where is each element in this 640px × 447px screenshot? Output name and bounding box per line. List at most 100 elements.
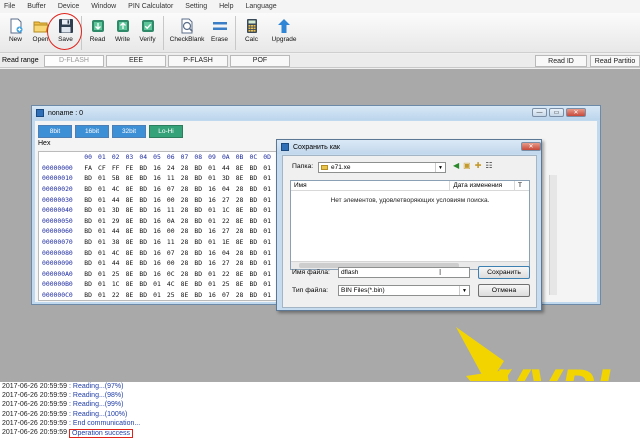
hex-byte[interactable]: 00: [167, 259, 181, 267]
hex-byte[interactable]: 28: [181, 185, 195, 193]
hex-byte[interactable]: 25: [222, 280, 236, 288]
hex-byte[interactable]: 01: [208, 206, 222, 214]
hex-row[interactable]: 00000010 BD 01 5B 8E BD 16 11 28 BD 01 3D 8E BD 01: [39, 173, 277, 184]
hex-byte[interactable]: 25: [167, 291, 181, 299]
hex-byte[interactable]: 01: [98, 206, 112, 214]
hex-row[interactable]: 00000070 BD 01 38 8E BD 16 11 28 BD 01 1E 8E BD 01: [39, 237, 277, 248]
hex-byte[interactable]: 00: [167, 227, 181, 235]
hex-byte[interactable]: 8E: [126, 291, 140, 299]
menu-device[interactable]: Device: [58, 3, 79, 10]
hex-byte[interactable]: 28: [181, 259, 195, 267]
hex-byte[interactable]: 28: [236, 249, 250, 257]
hex-byte[interactable]: 01: [263, 227, 277, 235]
hex-byte[interactable]: 8E: [126, 280, 140, 288]
hex-byte[interactable]: FF: [112, 164, 126, 172]
hex-byte[interactable]: 16: [153, 164, 167, 172]
hex-byte[interactable]: BD: [84, 174, 98, 182]
folder-select[interactable]: e71.xe ▼: [318, 162, 446, 173]
hex-byte[interactable]: FE: [126, 164, 140, 172]
hex-byte[interactable]: 16: [153, 238, 167, 246]
hex-row[interactable]: 00000080 BD 01 4C 8E BD 16 07 28 BD 16 04 28 BD 01: [39, 247, 277, 258]
hex-byte[interactable]: 16: [153, 270, 167, 278]
hex-byte[interactable]: 4C: [167, 280, 181, 288]
hex-byte[interactable]: BD: [139, 206, 153, 214]
new-folder-icon[interactable]: ✚: [475, 161, 482, 170]
file-list[interactable]: Имя Дата изменения Т Нет элементов, удов…: [290, 180, 530, 270]
hex-byte[interactable]: 01: [263, 291, 277, 299]
hex-byte[interactable]: 44: [112, 259, 126, 267]
hex-byte[interactable]: 44: [112, 196, 126, 204]
hex-row[interactable]: 00000090 BD 01 44 8E BD 16 00 28 BD 16 27 28 BD 01: [39, 258, 277, 269]
hex-byte[interactable]: 01: [263, 206, 277, 214]
hex-vertical-scrollbar[interactable]: [549, 175, 557, 295]
hex-byte[interactable]: 27: [222, 259, 236, 267]
hex-byte[interactable]: 16: [208, 259, 222, 267]
minimize-button[interactable]: —: [532, 108, 547, 117]
hex-byte[interactable]: 16: [153, 185, 167, 193]
hex-byte[interactable]: BD: [139, 196, 153, 204]
column-date-modified[interactable]: Дата изменения: [450, 181, 516, 190]
filetype-select[interactable]: BIN Files(*.bin) ▼: [338, 285, 470, 296]
hex-byte[interactable]: BD: [249, 270, 263, 278]
hex-byte[interactable]: 01: [263, 249, 277, 257]
hex-byte[interactable]: 01: [263, 238, 277, 246]
hex-byte[interactable]: 24: [167, 164, 181, 172]
dialog-close-button[interactable]: ✕: [521, 142, 541, 151]
read-id-button[interactable]: Read ID: [535, 55, 587, 67]
hex-byte[interactable]: 07: [167, 185, 181, 193]
hex-row[interactable]: 00000040 BD 01 3D 8E BD 16 11 28 BD 01 1C 8E BD 01: [39, 205, 277, 216]
hex-row[interactable]: 00000020 BD 01 4C 8E BD 16 07 28 BD 16 04 28 BD 01: [39, 184, 277, 195]
hex-byte[interactable]: BD: [194, 185, 208, 193]
hex-byte[interactable]: BD: [84, 185, 98, 193]
hex-byte[interactable]: 0C: [167, 270, 181, 278]
read-button[interactable]: Read: [85, 13, 110, 51]
hex-byte[interactable]: 22: [222, 270, 236, 278]
hex-byte[interactable]: 16: [208, 227, 222, 235]
hex-byte[interactable]: 01: [98, 291, 112, 299]
hex-byte[interactable]: BD: [139, 227, 153, 235]
write-button[interactable]: Write: [110, 13, 135, 51]
erase-button[interactable]: Erase: [207, 13, 232, 51]
hex-byte[interactable]: 8E: [126, 217, 140, 225]
hex-byte[interactable]: 44: [222, 164, 236, 172]
hex-byte[interactable]: BD: [84, 280, 98, 288]
read-partition-button[interactable]: Read Partitio: [590, 55, 640, 67]
hex-byte[interactable]: 16: [153, 196, 167, 204]
hex-byte[interactable]: 4C: [112, 185, 126, 193]
hex-byte[interactable]: 28: [236, 259, 250, 267]
hex-byte[interactable]: BD: [194, 238, 208, 246]
hex-byte[interactable]: 1C: [112, 280, 126, 288]
hex-byte[interactable]: 04: [222, 249, 236, 257]
menu-pin-calculator[interactable]: PIN Calculator: [128, 3, 173, 10]
hex-byte[interactable]: BD: [139, 217, 153, 225]
hex-byte[interactable]: 3D: [112, 206, 126, 214]
hex-byte[interactable]: BD: [194, 280, 208, 288]
hex-byte[interactable]: 3D: [222, 174, 236, 182]
hex-byte[interactable]: 16: [153, 249, 167, 257]
hex-row[interactable]: 000000C0 BD 01 22 8E BD 01 25 8E BD 16 07 28 BD 01: [39, 290, 277, 301]
hex-byte[interactable]: FA: [84, 164, 98, 172]
hex-byte[interactable]: 1E: [222, 238, 236, 246]
hex-byte[interactable]: 16: [153, 174, 167, 182]
hex-byte[interactable]: 8E: [126, 259, 140, 267]
hex-byte[interactable]: 01: [208, 270, 222, 278]
hex-byte[interactable]: BD: [139, 164, 153, 172]
hex-byte[interactable]: BD: [249, 196, 263, 204]
hex-byte[interactable]: 16: [153, 259, 167, 267]
hex-byte[interactable]: 8E: [126, 227, 140, 235]
hex-byte[interactable]: 8E: [126, 174, 140, 182]
dialog-titlebar[interactable]: Сохранить как: [277, 140, 541, 154]
hex-byte[interactable]: 25: [112, 270, 126, 278]
hex-byte[interactable]: 8E: [236, 270, 250, 278]
hex-byte[interactable]: 8E: [236, 164, 250, 172]
hex-byte[interactable]: 01: [263, 217, 277, 225]
hex-byte[interactable]: 1C: [222, 206, 236, 214]
calc-button[interactable]: Calc: [239, 13, 264, 51]
hex-byte[interactable]: BD: [194, 164, 208, 172]
hex-byte[interactable]: 28: [181, 249, 195, 257]
hex-byte[interactable]: BD: [139, 280, 153, 288]
hex-byte[interactable]: 01: [98, 227, 112, 235]
hex-row[interactable]: 00000000 FA CF FF FE BD 16 24 28 BD 01 44 8E BD 01: [39, 163, 277, 174]
hex-byte[interactable]: BD: [84, 249, 98, 257]
hex-byte[interactable]: BD: [249, 291, 263, 299]
